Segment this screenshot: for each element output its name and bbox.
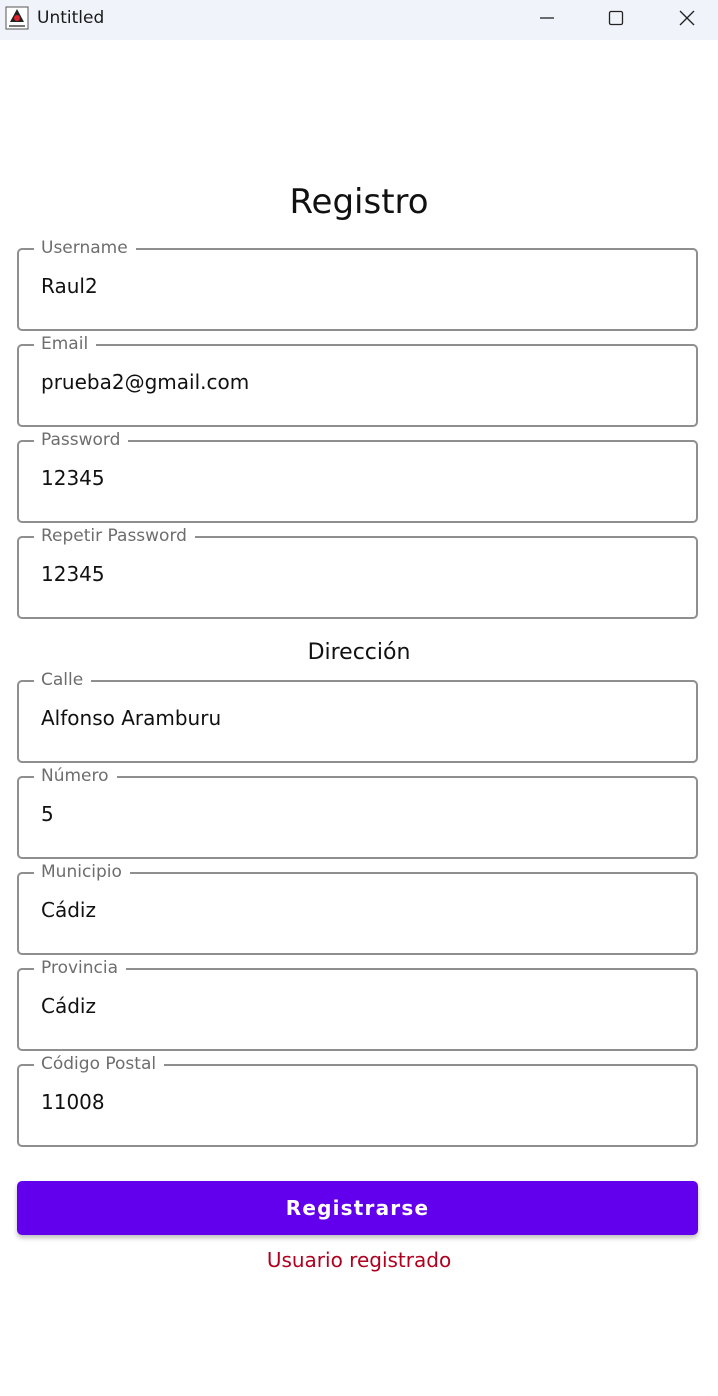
- status-message: Usuario registrado: [266, 1248, 452, 1272]
- repeat-password-field[interactable]: Repetir Password: [17, 525, 698, 619]
- password-input[interactable]: [41, 466, 661, 490]
- username-input[interactable]: [41, 274, 661, 298]
- municipality-label: Municipio: [34, 861, 130, 883]
- province-input[interactable]: [41, 994, 661, 1018]
- window-titlebar: Untitled: [0, 0, 718, 40]
- postal-code-input[interactable]: [41, 1090, 661, 1114]
- minimize-button[interactable]: [512, 0, 582, 40]
- email-input[interactable]: [41, 370, 661, 394]
- number-input[interactable]: [41, 802, 661, 826]
- province-field[interactable]: Provincia: [17, 957, 698, 1051]
- java-duke-icon: [5, 6, 29, 30]
- postal-code-label: Código Postal: [34, 1053, 165, 1075]
- street-label: Calle: [34, 669, 92, 691]
- username-label: Username: [34, 237, 136, 259]
- province-label: Provincia: [34, 957, 127, 979]
- page-title: Registro: [289, 182, 429, 222]
- number-field[interactable]: Número: [17, 765, 698, 859]
- close-icon: [679, 10, 695, 30]
- maximize-icon: [608, 10, 624, 30]
- password-field[interactable]: Password: [17, 429, 698, 523]
- repeat-password-input[interactable]: [41, 562, 661, 586]
- minimize-icon: [539, 10, 555, 30]
- number-label: Número: [34, 765, 117, 787]
- maximize-button[interactable]: [581, 0, 651, 40]
- municipality-input[interactable]: [41, 898, 661, 922]
- password-label: Password: [34, 429, 129, 451]
- email-field[interactable]: Email: [17, 333, 698, 427]
- register-button[interactable]: Registrarse: [17, 1181, 698, 1235]
- street-input[interactable]: [41, 706, 661, 730]
- username-field[interactable]: Username: [17, 237, 698, 331]
- repeat-password-label: Repetir Password: [34, 525, 195, 547]
- street-field[interactable]: Calle: [17, 669, 698, 763]
- email-label: Email: [34, 333, 97, 355]
- close-button[interactable]: [652, 0, 718, 40]
- address-section-title: Dirección: [307, 640, 411, 665]
- window-title: Untitled: [37, 8, 105, 28]
- municipality-field[interactable]: Municipio: [17, 861, 698, 955]
- postal-code-field[interactable]: Código Postal: [17, 1053, 698, 1147]
